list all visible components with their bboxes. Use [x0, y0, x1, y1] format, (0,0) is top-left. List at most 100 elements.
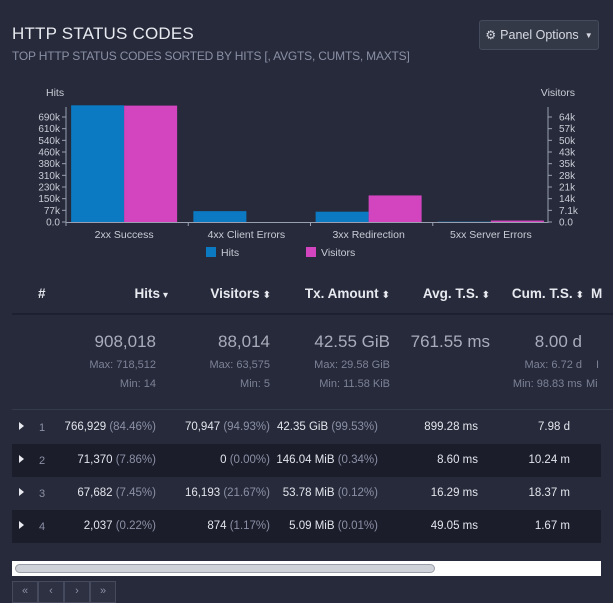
row-visitors: 70,947 (94.93%): [185, 421, 270, 433]
summary-avg-total: 761.55 ms: [411, 332, 490, 352]
legend-label: Visitors: [321, 247, 355, 259]
y-right-tick-label: 57k: [559, 124, 576, 135]
summary-hits-max: Max: 718,512: [89, 359, 156, 371]
expand-caret-icon[interactable]: [19, 455, 24, 463]
first-page-button[interactable]: «: [12, 581, 38, 603]
summary-cum-min: Min: 98.83 ms: [513, 378, 582, 390]
summary-cum-max: Max: 6.72 d: [525, 359, 582, 371]
row-index: 2: [39, 455, 45, 467]
legend-label: Hits: [221, 247, 239, 259]
summary-tx-min: Min: 11.58 KiB: [319, 378, 390, 390]
y-left-tick-label: 380k: [38, 159, 61, 170]
table-row[interactable]: 2 71,370 (7.86%) 0 (0.00%) 146.04 MiB (0…: [12, 444, 601, 477]
status-codes-chart: HitsVisitors0.077k150k230k310k380k460k54…: [0, 80, 613, 265]
row-cum: 10.24 m: [528, 454, 570, 466]
summary-hits-total: 908,018: [95, 332, 156, 352]
bar-hits: [316, 212, 369, 222]
bar-hits: [71, 105, 124, 222]
summary-tx-max: Max: 29.58 GiB: [314, 359, 390, 371]
bar-visitors: [124, 106, 177, 222]
col-header-index[interactable]: #: [38, 286, 46, 301]
sort-desc-icon: ▾: [163, 290, 168, 301]
y-right-tick-label: 50k: [559, 136, 576, 147]
y-left-tick-label: 150k: [38, 194, 61, 205]
next-page-button[interactable]: ›: [64, 581, 90, 603]
summary-max-min: Mi: [586, 378, 598, 390]
legend-swatch: [306, 247, 316, 257]
summary-tx-total: 42.55 GiB: [314, 332, 390, 352]
col-header-avg-ts[interactable]: Avg. T.S.⬍: [423, 286, 490, 301]
expand-caret-icon[interactable]: [19, 422, 24, 430]
last-page-button[interactable]: »: [90, 581, 116, 603]
summary-visitors-min: Min: 5: [240, 378, 270, 390]
col-header-max-ts[interactable]: M: [591, 286, 602, 301]
y-left-tick-label: 690k: [38, 113, 61, 124]
y-right-tick-label: 14k: [559, 194, 576, 205]
scrollbar-thumb[interactable]: [15, 564, 435, 573]
prev-page-button[interactable]: ‹: [38, 581, 64, 603]
y-right-tick-label: 64k: [559, 113, 576, 124]
chevron-down-icon: ▼: [585, 31, 593, 40]
y-left-tick-label: 310k: [38, 171, 61, 182]
summary-max-max: I: [596, 359, 599, 371]
y-right-tick-label: 0.0: [559, 218, 573, 229]
summary-divider: [12, 409, 613, 410]
panel-title: HTTP STATUS CODES: [12, 24, 194, 44]
legend-swatch: [206, 247, 216, 257]
y-left-tick-label: 230k: [38, 183, 61, 194]
row-cum: 18.37 m: [528, 487, 570, 499]
gear-icon: ⚙: [485, 28, 496, 42]
summary-cum-total: 8.00 d: [535, 332, 582, 352]
row-index: 3: [39, 488, 45, 500]
y-axis-right-title: Visitors: [541, 87, 575, 99]
panel-options-button[interactable]: ⚙ Panel Options ▼: [479, 20, 599, 50]
row-visitors: 16,193 (21.67%): [185, 487, 270, 499]
table-row[interactable]: 1 766,929 (84.46%) 70,947 (94.93%) 42.35…: [12, 411, 601, 444]
y-left-tick-label: 610k: [38, 124, 61, 135]
row-hits: 71,370 (7.86%): [77, 454, 156, 466]
table-header: # Hits▾ Visitors⬍ Tx. Amount⬍ Avg. T.S.⬍…: [12, 280, 613, 312]
table-row[interactable]: 4 2,037 (0.22%) 874 (1.17%) 5.09 MiB (0.…: [12, 510, 601, 543]
col-header-tx-amount[interactable]: Tx. Amount⬍: [305, 286, 390, 301]
summary-visitors-max: Max: 63,575: [209, 359, 270, 371]
bar-visitors: [491, 221, 544, 222]
summary-hits-min: Min: 14: [120, 378, 156, 390]
row-hits: 67,682 (7.45%): [77, 487, 156, 499]
sort-icon: ⬍: [482, 290, 490, 301]
x-tick-label: 4xx Client Errors: [208, 229, 286, 241]
col-header-hits[interactable]: Hits▾: [134, 286, 168, 301]
row-cum: 7.98 d: [538, 421, 570, 433]
row-avg: 8.60 ms: [437, 454, 478, 466]
y-right-tick-label: 28k: [559, 171, 576, 182]
row-tx: 5.09 MiB (0.01%): [289, 520, 378, 532]
expand-caret-icon[interactable]: [19, 488, 24, 496]
panel-options-label: Panel Options: [500, 28, 579, 42]
x-tick-label: 2xx Success: [95, 229, 154, 241]
row-avg: 49.05 ms: [431, 520, 478, 532]
col-header-cum-ts[interactable]: Cum. T.S.⬍: [512, 286, 584, 301]
row-tx: 42.35 GiB (99.53%): [277, 421, 378, 433]
y-left-tick-label: 540k: [38, 136, 61, 147]
row-index: 1: [39, 422, 45, 434]
y-left-tick-label: 77k: [44, 206, 61, 217]
summary-row: 908,018 Max: 718,512 Min: 14 88,014 Max:…: [12, 315, 613, 409]
horizontal-scrollbar[interactable]: [12, 561, 601, 576]
row-visitors: 874 (1.17%): [207, 520, 270, 532]
panel-subtitle: TOP HTTP STATUS CODES SORTED BY HITS [, …: [12, 49, 410, 63]
table-row[interactable]: 3 67,682 (7.45%) 16,193 (21.67%) 53.78 M…: [12, 477, 601, 510]
sort-icon: ⬍: [382, 290, 390, 301]
bar-hits: [193, 211, 246, 222]
y-right-tick-label: 35k: [559, 159, 576, 170]
y-left-tick-label: 460k: [38, 148, 61, 159]
row-tx: 146.04 MiB (0.34%): [276, 454, 378, 466]
y-axis-left-title: Hits: [46, 87, 64, 99]
col-header-visitors[interactable]: Visitors⬍: [210, 286, 271, 301]
row-cum: 1.67 m: [535, 520, 570, 532]
expand-caret-icon[interactable]: [19, 521, 24, 529]
bar-visitors: [369, 195, 422, 222]
row-index: 4: [39, 521, 45, 533]
y-left-tick-label: 0.0: [46, 218, 60, 229]
row-visitors: 0 (0.00%): [220, 454, 270, 466]
sort-icon: ⬍: [263, 290, 271, 301]
x-tick-label: 5xx Server Errors: [450, 229, 532, 241]
